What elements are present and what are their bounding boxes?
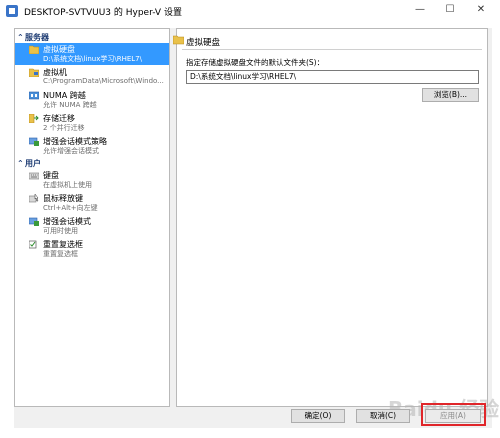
nav-item-detail: 允许 NUMA 跨越	[43, 101, 97, 109]
nav-item-storage-migration[interactable]: 存储迁移 2 个并行迁移	[15, 112, 169, 134]
title-bar: DESKTOP-SVTVUU3 的 Hyper-V 设置 — ☐ ✕	[0, 0, 500, 22]
nav-item-keyboard[interactable]: 键盘 在虚拟机上使用	[15, 169, 169, 191]
section-server-label: 服务器	[25, 33, 49, 42]
cancel-button[interactable]: 取消(C)	[356, 409, 410, 423]
enhanced-session-icon	[29, 217, 39, 226]
ok-button[interactable]: 确定(O)	[291, 409, 345, 423]
nav-item-detail: Ctrl+Alt+向左键	[43, 204, 98, 212]
nav-item-enhanced-session-mode[interactable]: 增强会话模式 可用时使用	[15, 215, 169, 237]
settings-detail-pane: 虚拟硬盘 指定存储虚拟硬盘文件的默认文件夹(S)： D:\系统文档\linux学…	[173, 28, 488, 407]
keyboard-icon	[29, 172, 39, 180]
nav-item-numa-spanning[interactable]: NUMA 跨越 允许 NUMA 跨越	[15, 89, 169, 111]
settings-nav-pane: ⌃服务器 虚拟硬盘 D:\系统文档\linux学习\RHEL7\ 虚拟机 C:\…	[14, 28, 170, 407]
numa-icon	[29, 91, 39, 100]
title-divider	[182, 49, 482, 50]
vm-folder-icon	[29, 68, 39, 77]
storage-migration-icon	[29, 114, 39, 123]
hyperv-app-icon	[6, 5, 18, 17]
nav-item-detail: 重置复选框	[43, 250, 78, 258]
nav-item-mouse-release-key[interactable]: 鼠标释放键 Ctrl+Alt+向左键	[15, 192, 169, 214]
nav-item-detail: C:\ProgramData\Microsoft\Windo...	[43, 77, 164, 85]
window-title: DESKTOP-SVTVUU3 的 Hyper-V 设置	[24, 8, 182, 18]
mouse-release-icon	[29, 194, 39, 203]
folder-icon	[29, 45, 39, 54]
enhanced-session-icon	[29, 137, 39, 146]
panel-title: 虚拟硬盘	[186, 38, 221, 48]
checkbox-reset-icon	[29, 240, 37, 249]
collapse-chevron-icon: ⌃	[17, 159, 24, 168]
nav-item-detail: 2 个并行迁移	[43, 124, 85, 132]
browse-button[interactable]: 浏览(B)...	[422, 88, 479, 102]
nav-item-detail: 在虚拟机上使用	[43, 181, 92, 189]
section-user-label: 用户	[25, 159, 41, 168]
default-folder-input[interactable]: D:\系统文档\linux学习\RHEL7\	[186, 70, 479, 84]
close-button[interactable]: ✕	[468, 2, 494, 18]
section-header-user[interactable]: ⌃用户	[17, 158, 169, 169]
nav-item-detail: 可用时使用	[43, 227, 78, 235]
maximize-button[interactable]: ☐	[437, 2, 463, 18]
minimize-button[interactable]: —	[407, 2, 433, 18]
nav-item-reset-checkboxes[interactable]: 重置复选框 重置复选框	[15, 238, 169, 260]
folder-icon	[173, 35, 184, 45]
nav-item-detail: 允许增强会话模式	[43, 147, 99, 155]
collapse-chevron-icon: ⌃	[17, 33, 24, 42]
nav-item-virtual-hard-disk[interactable]: 虚拟硬盘 D:\系统文档\linux学习\RHEL7\	[15, 43, 169, 65]
nav-item-virtual-machines[interactable]: 虚拟机 C:\ProgramData\Microsoft\Windo...	[15, 66, 169, 88]
folder-field-label: 指定存储虚拟硬盘文件的默认文件夹(S)：	[186, 58, 325, 67]
nav-item-enhanced-session-policy[interactable]: 增强会话模式策略 允许增强会话模式	[15, 135, 169, 157]
highlight-box	[421, 403, 486, 426]
section-header-server[interactable]: ⌃服务器	[17, 32, 169, 43]
nav-item-detail: D:\系统文档\linux学习\RHEL7\	[43, 55, 142, 63]
